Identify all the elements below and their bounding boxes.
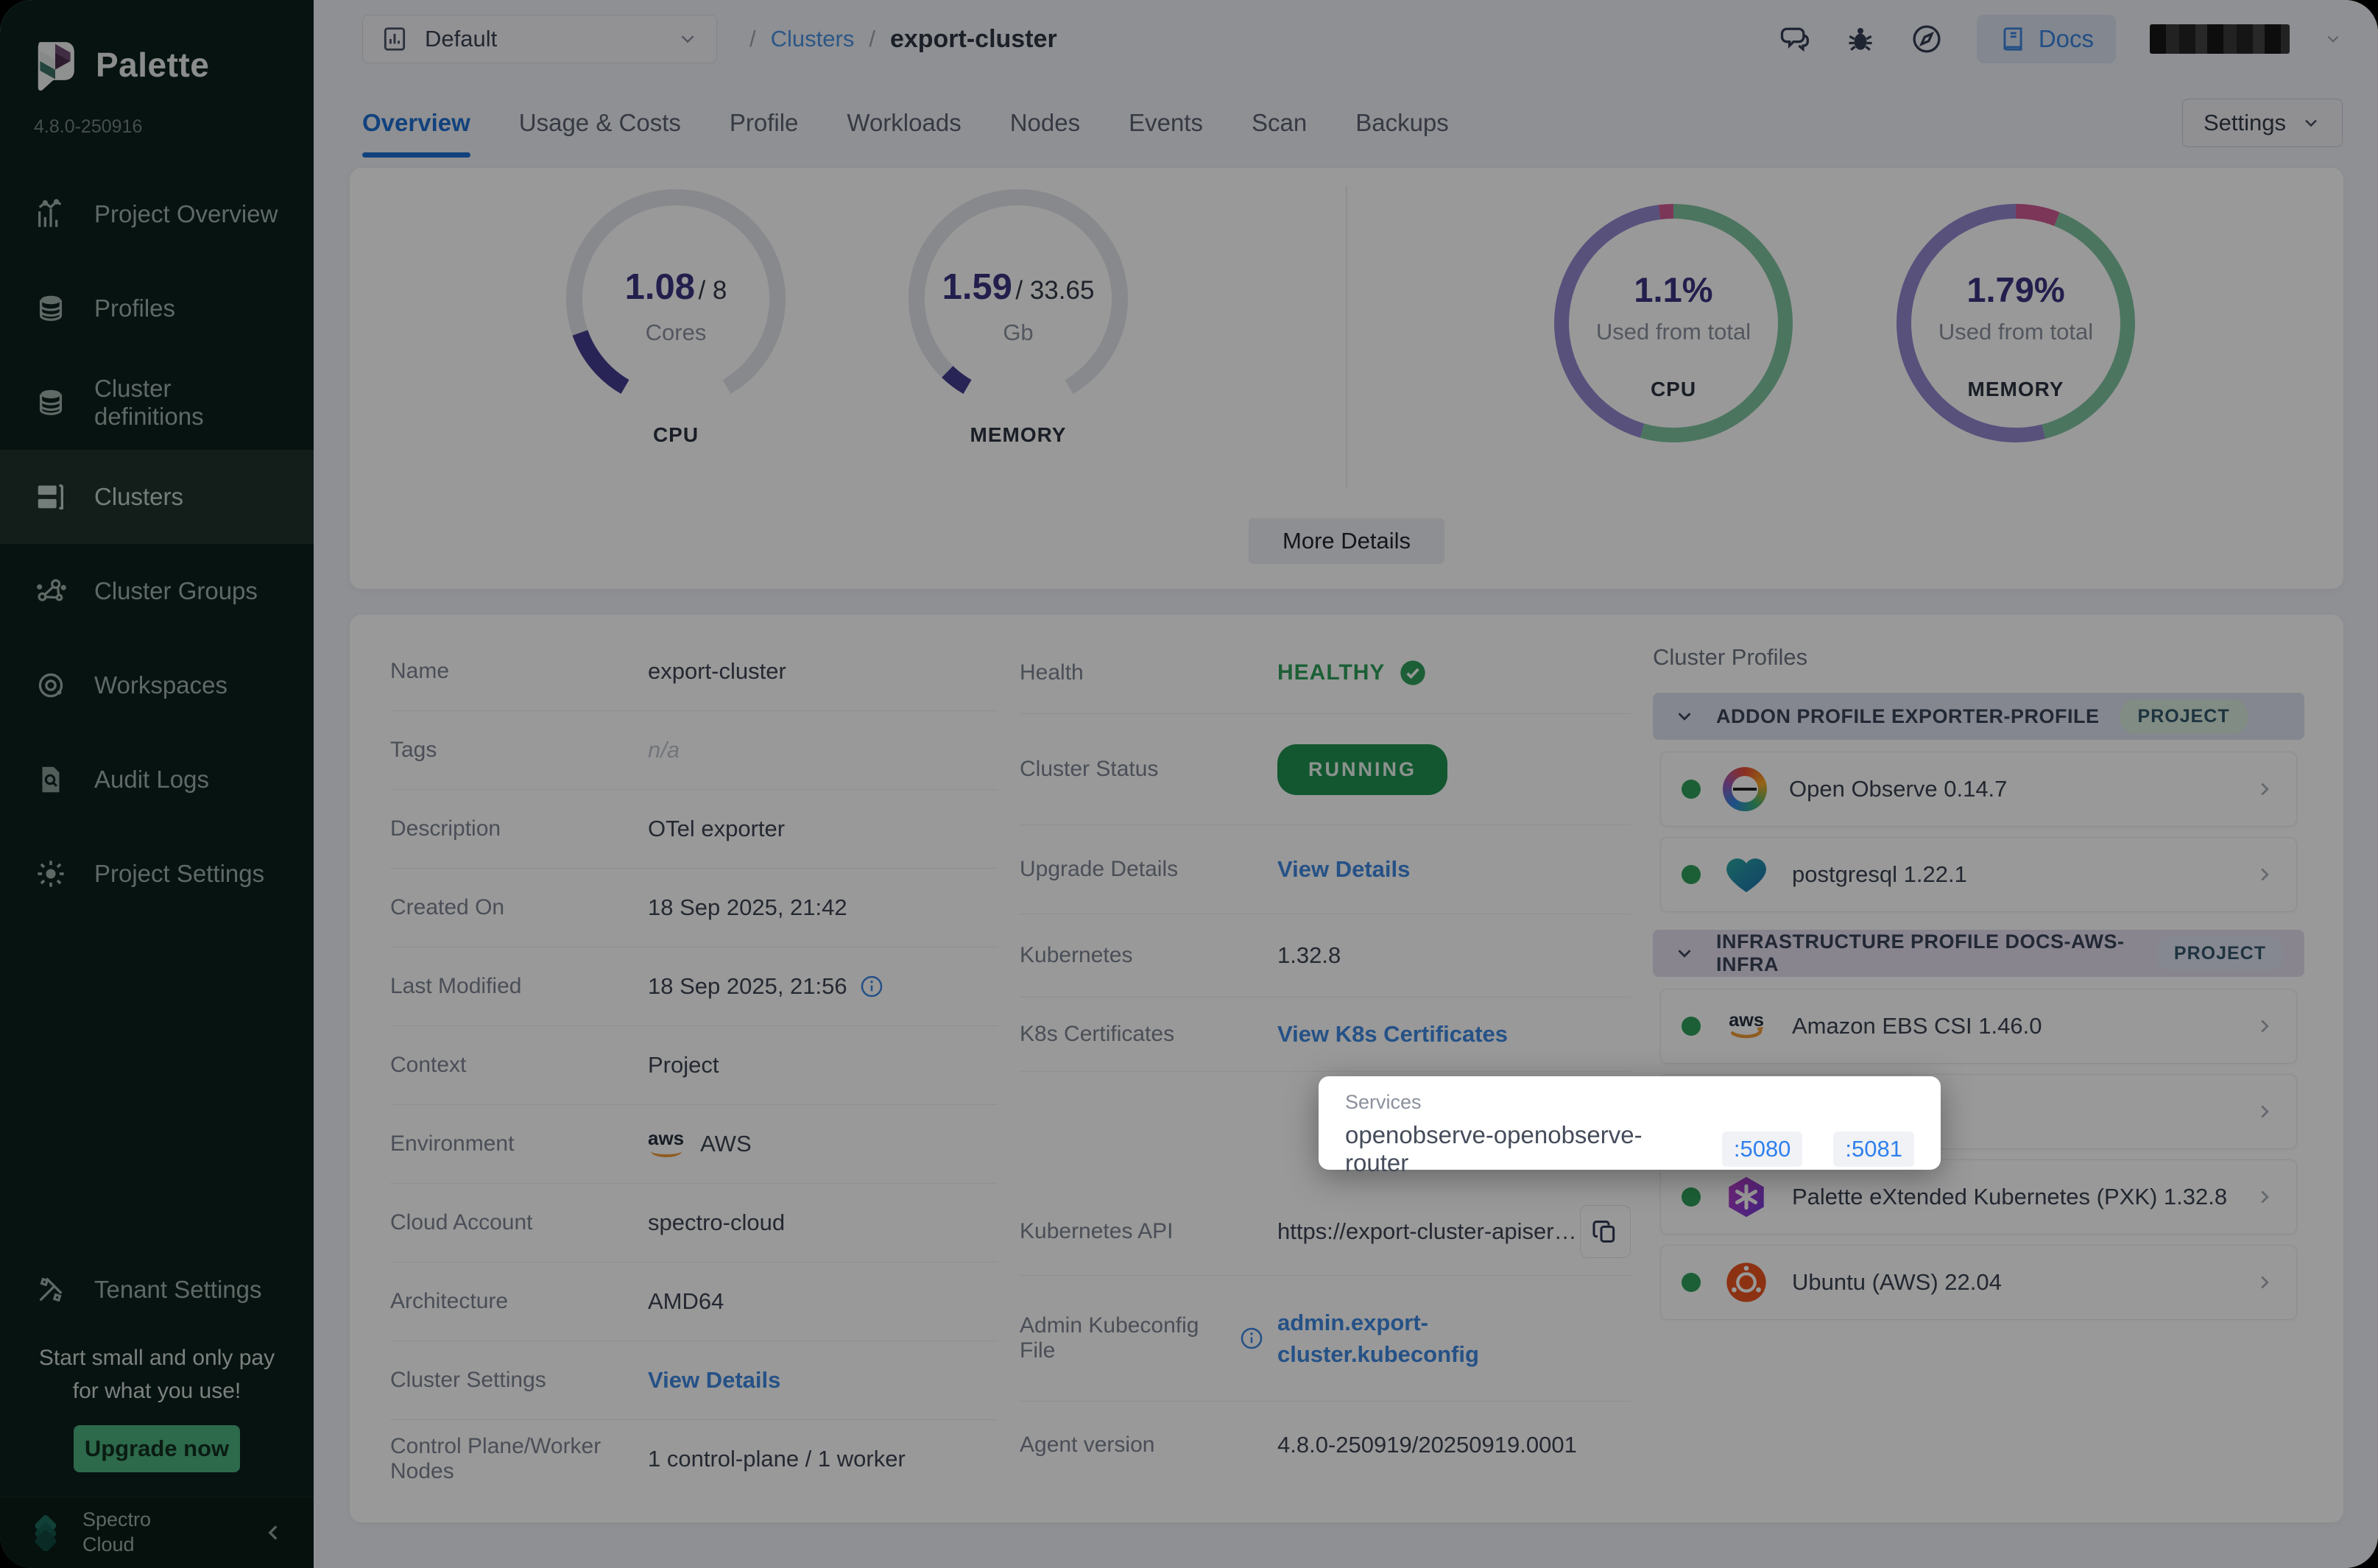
services-row: openobserve-openobserve-router :5080:508…: [1345, 1121, 1914, 1177]
screenshot-stage: Palette 4.8.0-250916 Project OverviewPro…: [0, 0, 2378, 1568]
app-window: Palette 4.8.0-250916 Project OverviewPro…: [0, 0, 2378, 1568]
service-port-link[interactable]: :5080: [1722, 1131, 1803, 1167]
services-label: Services: [1345, 1091, 1914, 1114]
service-name: openobserve-openobserve-router: [1345, 1121, 1691, 1177]
services-spotlight: Services openobserve-openobserve-router …: [1319, 1076, 1941, 1170]
dim-overlay: [0, 0, 2378, 1568]
service-ports: :5080 :5081: [1722, 1131, 1914, 1167]
service-port-link[interactable]: :5081: [1833, 1131, 1914, 1167]
